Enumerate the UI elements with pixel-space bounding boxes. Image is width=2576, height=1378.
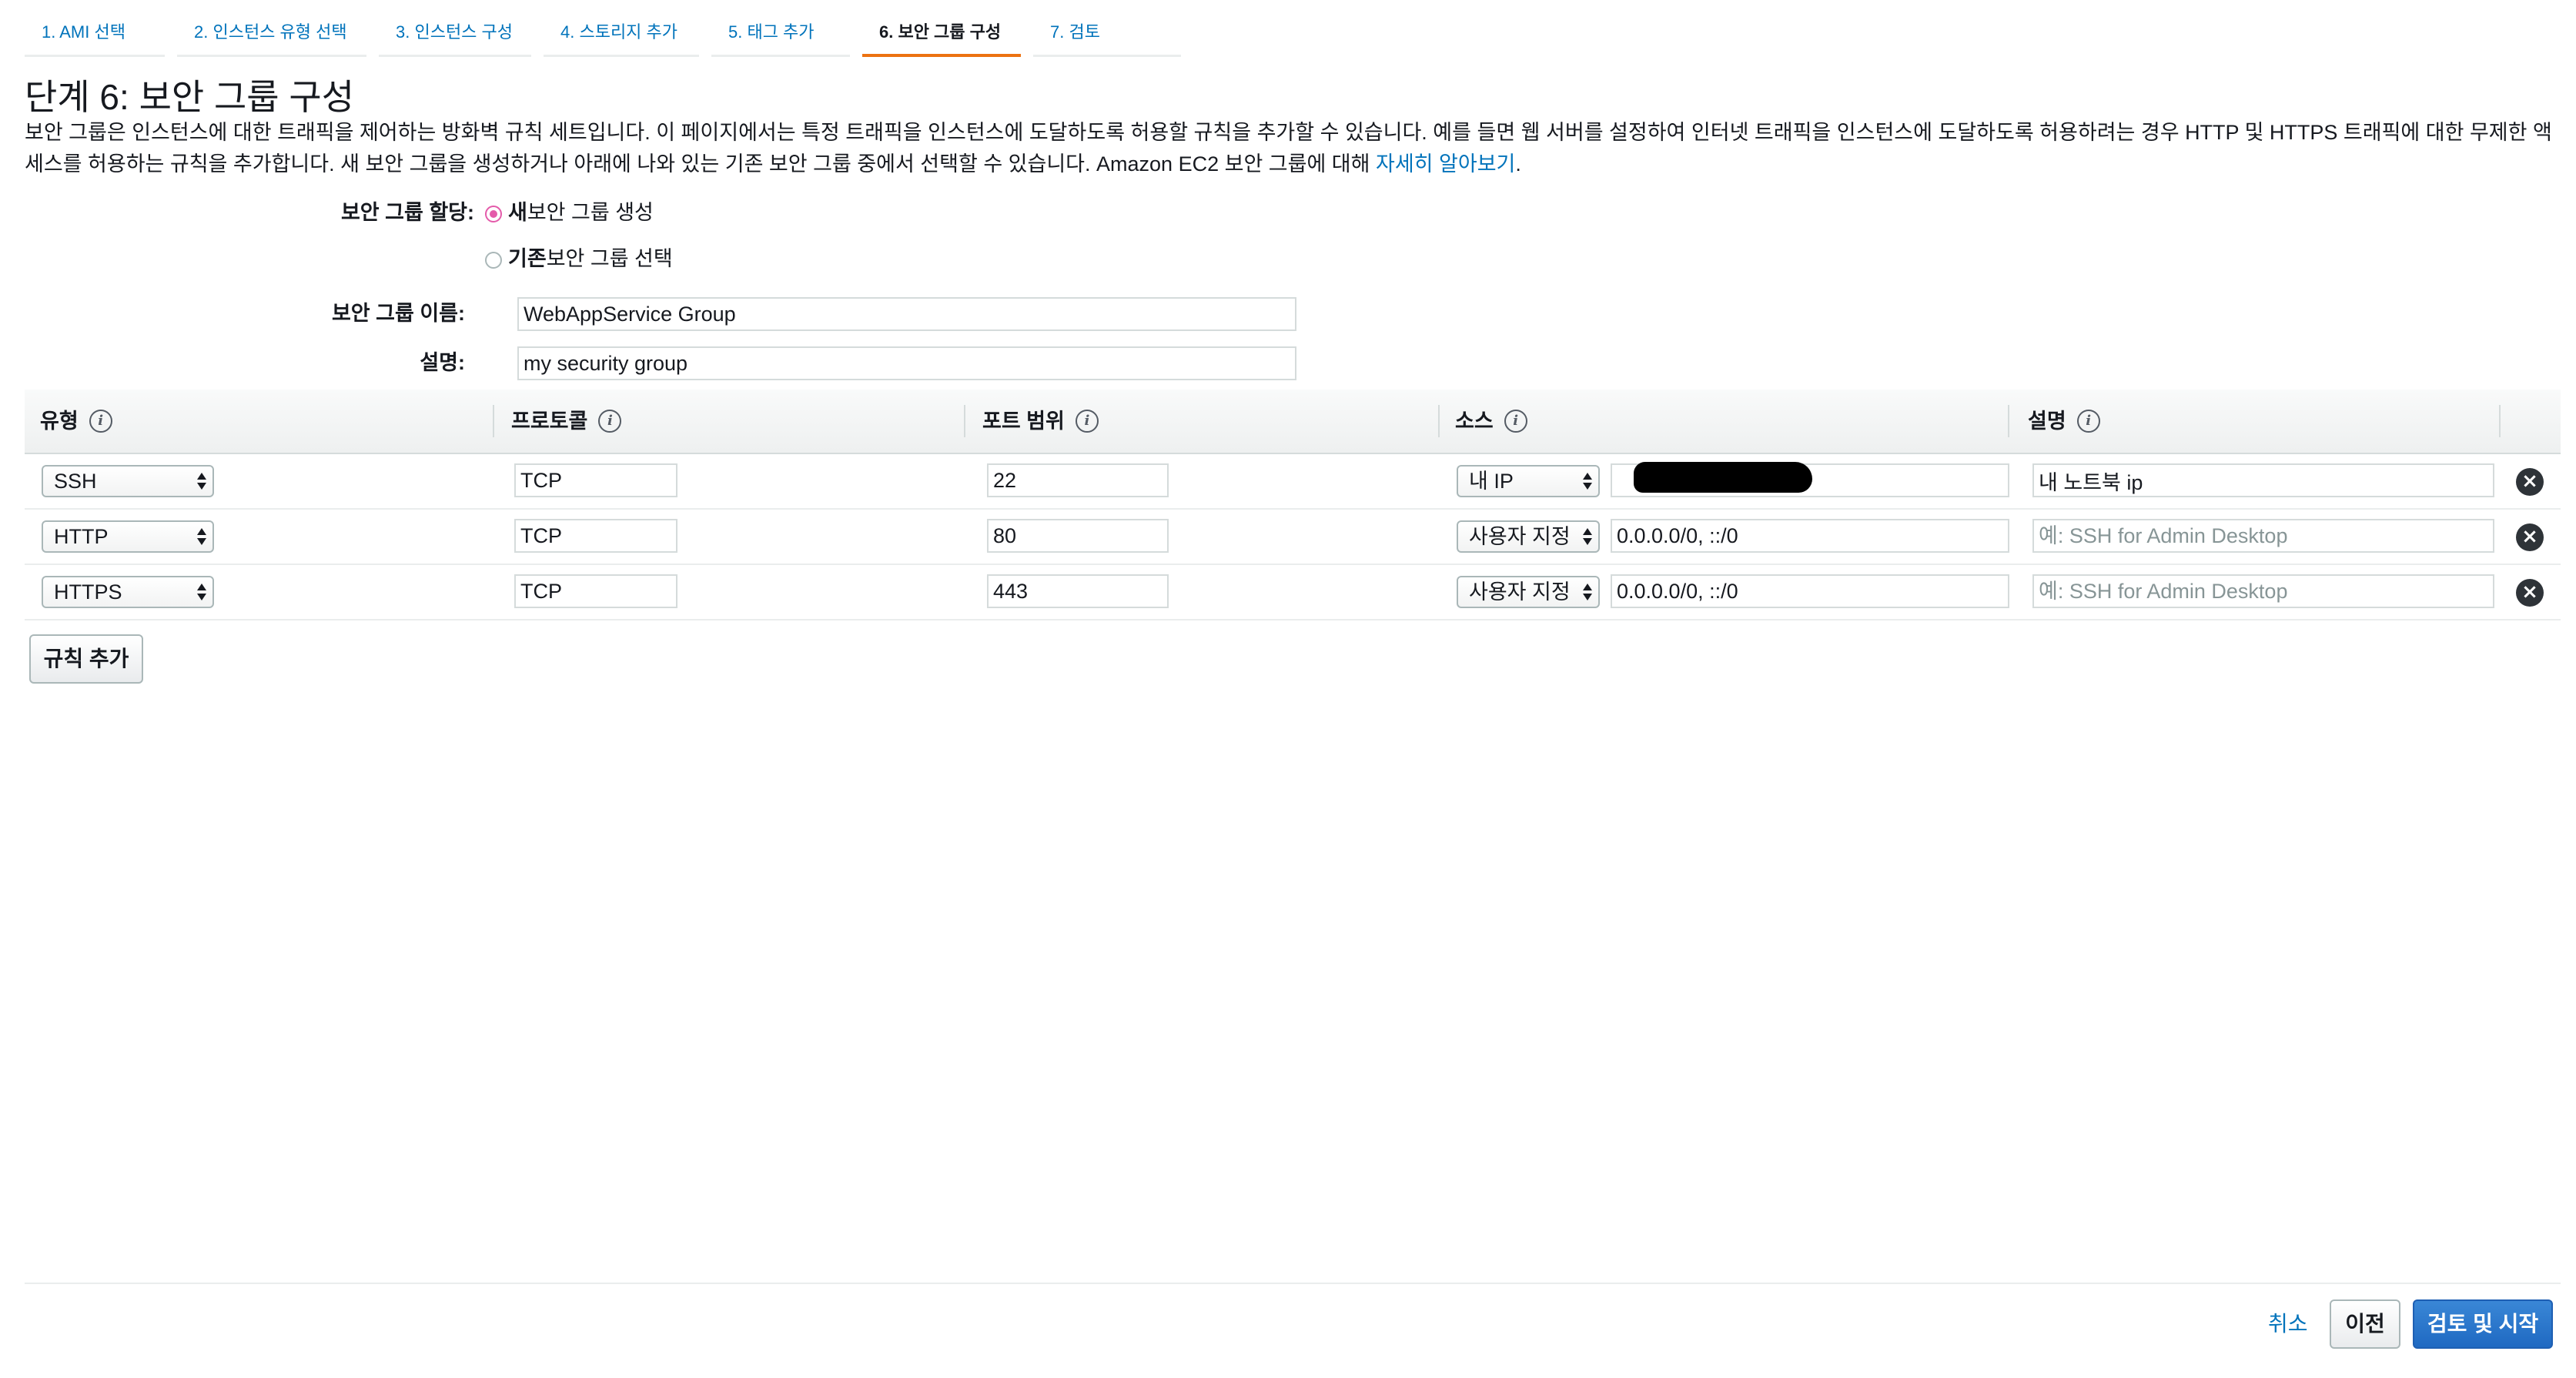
select-arrows-icon xyxy=(1583,471,1592,491)
source-cidr-field[interactable] xyxy=(1611,574,2009,608)
group-desc-label: 설명: xyxy=(420,351,465,374)
radio-new-bold: 새 xyxy=(508,201,527,224)
table-row: HTTPS 사용자 지정 × xyxy=(25,565,2561,620)
port-range-field[interactable] xyxy=(987,463,1169,497)
port-range-field[interactable] xyxy=(987,574,1169,608)
tab-instance-config[interactable]: 3. 인스턴스 구성 xyxy=(379,18,531,57)
select-arrows-icon xyxy=(1583,582,1592,602)
wizard-tabs: 1. AMI 선택 2. 인스턴스 유형 선택 3. 인스턴스 구성 4. 스토… xyxy=(25,18,1193,57)
tab-security-group[interactable]: 6. 보안 그룹 구성 xyxy=(862,18,1021,57)
remove-rule-icon[interactable]: × xyxy=(2516,468,2544,496)
table-row: HTTP 사용자 지정 × xyxy=(25,510,2561,565)
source-select[interactable]: 내 IP xyxy=(1457,465,1600,497)
radio-existing-group[interactable]: 기존 보안 그룹 선택 xyxy=(485,246,673,272)
type-select-value: HTTP xyxy=(54,525,109,548)
select-arrows-icon xyxy=(197,527,206,547)
header-type: 유형 i xyxy=(40,390,112,453)
header-protocol-label: 프로토콜 xyxy=(511,410,588,433)
tab-instance-type[interactable]: 2. 인스턴스 유형 선택 xyxy=(177,18,366,57)
info-icon[interactable]: i xyxy=(89,410,112,433)
select-arrows-icon xyxy=(197,582,206,602)
type-select[interactable]: SSH xyxy=(42,465,214,497)
description-suffix: . xyxy=(1515,152,1521,176)
protocol-field[interactable] xyxy=(514,463,677,497)
header-description: 설명 i xyxy=(2028,390,2100,453)
type-select[interactable]: HTTPS xyxy=(42,576,214,608)
group-name-input[interactable] xyxy=(517,297,1296,331)
select-arrows-icon xyxy=(1583,527,1592,547)
description-text: 보안 그룹은 인스턴스에 대한 트래픽을 제어하는 방화벽 규칙 세트입니다. … xyxy=(25,121,2552,176)
source-select[interactable]: 사용자 지정 xyxy=(1457,520,1600,553)
tab-ami[interactable]: 1. AMI 선택 xyxy=(25,18,165,57)
redaction-mark xyxy=(1634,462,1812,493)
group-desc-input[interactable] xyxy=(517,346,1296,380)
source-select-value: 사용자 지정 xyxy=(1469,525,1571,548)
port-range-field[interactable] xyxy=(987,519,1169,553)
header-type-label: 유형 xyxy=(40,410,79,433)
info-icon[interactable]: i xyxy=(598,410,622,433)
info-icon[interactable]: i xyxy=(1504,410,1527,433)
page-title: 단계 6: 보안 그룹 구성 xyxy=(25,77,355,117)
header-description-label: 설명 xyxy=(2028,410,2066,433)
header-source-label: 소스 xyxy=(1455,410,1494,433)
header-source: 소스 i xyxy=(1455,390,1527,453)
info-icon[interactable]: i xyxy=(2076,410,2100,433)
learn-more-link[interactable]: 자세히 알아보기 xyxy=(1376,152,1515,176)
type-select[interactable]: HTTP xyxy=(42,520,214,553)
remove-rule-icon[interactable]: × xyxy=(2516,579,2544,607)
info-icon[interactable]: i xyxy=(1075,410,1099,433)
source-cidr-field[interactable] xyxy=(1611,519,2009,553)
source-select-value: 사용자 지정 xyxy=(1469,580,1571,604)
rule-description-field[interactable] xyxy=(2032,463,2494,497)
cancel-link[interactable]: 취소 xyxy=(2268,1309,2308,1340)
type-select-value: SSH xyxy=(54,470,97,493)
header-divider xyxy=(1438,405,1440,437)
radio-new-button[interactable] xyxy=(485,206,502,222)
previous-button[interactable]: 이전 xyxy=(2330,1299,2400,1349)
radio-existing-bold: 기존 xyxy=(508,247,547,270)
add-rule-button[interactable]: 규칙 추가 xyxy=(29,634,143,684)
select-arrows-icon xyxy=(197,471,206,491)
table-row: SSH 내 IP × xyxy=(25,454,2561,510)
header-port-label: 포트 범위 xyxy=(982,410,1065,433)
source-select[interactable]: 사용자 지정 xyxy=(1457,576,1600,608)
rule-description-field[interactable] xyxy=(2032,519,2494,553)
rule-description-field[interactable] xyxy=(2032,574,2494,608)
header-protocol: 프로토콜 i xyxy=(511,390,622,453)
tab-review[interactable]: 7. 검토 xyxy=(1033,18,1181,57)
remove-rule-icon[interactable]: × xyxy=(2516,523,2544,551)
protocol-field[interactable] xyxy=(514,519,677,553)
page-description: 보안 그룹은 인스턴스에 대한 트래픽을 제어하는 방화벽 규칙 세트입니다. … xyxy=(25,117,2558,180)
group-name-label: 보안 그룹 이름: xyxy=(331,302,465,325)
radio-new-group[interactable]: 새 보안 그룹 생성 xyxy=(485,199,654,226)
tab-tags[interactable]: 5. 태그 추가 xyxy=(711,18,850,57)
assign-label: 보안 그룹 할당: xyxy=(340,201,474,224)
header-divider xyxy=(964,405,965,437)
tab-storage[interactable]: 4. 스토리지 추가 xyxy=(544,18,699,57)
header-divider xyxy=(2499,405,2501,437)
radio-new-label: 보안 그룹 생성 xyxy=(527,201,654,224)
type-select-value: HTTPS xyxy=(54,580,122,604)
review-and-launch-button[interactable]: 검토 및 시작 xyxy=(2413,1299,2553,1349)
protocol-field[interactable] xyxy=(514,574,677,608)
radio-existing-button[interactable] xyxy=(485,252,502,269)
header-divider xyxy=(493,405,494,437)
header-port-range: 포트 범위 i xyxy=(982,390,1099,453)
footer-divider xyxy=(25,1283,2561,1284)
source-select-value: 내 IP xyxy=(1469,470,1514,493)
table-header: 유형 i 프로토콜 i 포트 범위 i 소스 i 설명 i xyxy=(25,390,2561,454)
header-divider xyxy=(2008,405,2009,437)
radio-existing-label: 보안 그룹 선택 xyxy=(546,247,673,270)
